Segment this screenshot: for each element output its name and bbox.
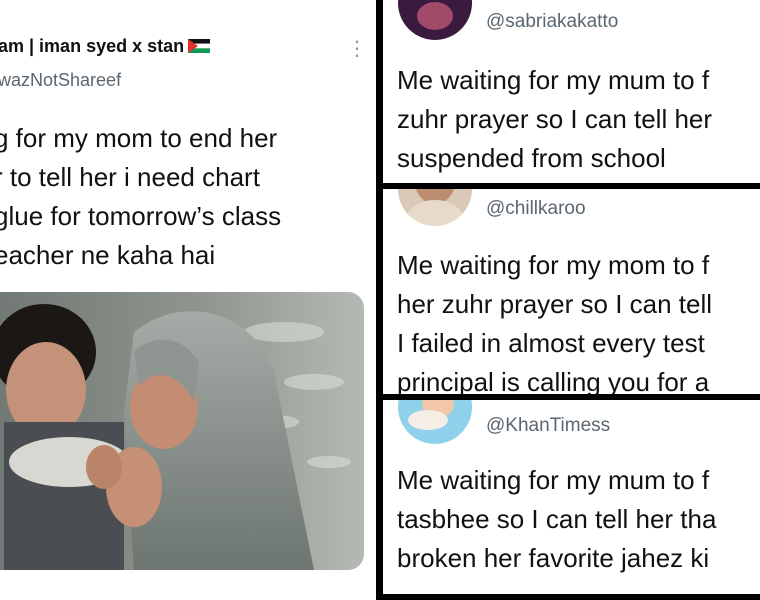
avatar[interactable] [398, 0, 472, 40]
movie-still-image [0, 292, 364, 570]
display-name[interactable]: am | iman syed x stan [0, 36, 211, 57]
display-name-text[interactable]: am | iman syed x stan [0, 36, 184, 56]
avatar-image [398, 400, 472, 444]
avatar-image [398, 189, 472, 226]
tweet-line: Me waiting for my mum to f [397, 465, 710, 495]
handle[interactable]: @chillkaroo [486, 198, 586, 220]
tweet-line: g for my mom to end her [0, 123, 278, 153]
tweet-line: broken her favorite jahez ki [397, 543, 710, 573]
tweet-text: Me waiting for my mum to f tasbhee so I … [397, 461, 716, 578]
tweet-line: principal is calling you for a [397, 367, 710, 394]
avatar[interactable] [398, 400, 472, 444]
tweet-line: suspended from school [397, 143, 666, 173]
tweet-line: zuhr prayer so I can tell her [397, 104, 713, 134]
tweet-card: @KhanTimess Me waiting for my mum to f t… [383, 400, 760, 594]
tweet-line: eacher ne kaha hai [0, 240, 216, 270]
tweet-card: @chillkaroo Me waiting for my mom to f h… [383, 189, 760, 394]
tweet-card-left: am | iman syed x stan wazNotShareef ⋮ g … [0, 0, 376, 600]
tweet-text: Me waiting for my mom to f her zuhr pray… [397, 246, 712, 394]
avatar-image [398, 0, 472, 40]
tweet-line: I failed in almost every test [397, 328, 705, 358]
tweet-line: Me waiting for my mom to f [397, 250, 710, 280]
handle[interactable]: @sabriakakatto [486, 11, 618, 33]
tweet-line: tasbhee so I can tell her tha [397, 504, 717, 534]
tweet-photo[interactable] [0, 292, 364, 570]
tweet-line: r to tell her i need chart [0, 162, 260, 192]
tweet-card: @sabriakakatto Me waiting for my mum to … [383, 0, 760, 183]
palestine-flag-icon [188, 39, 211, 53]
tweet-text: Me waiting for my mum to f zuhr prayer s… [397, 61, 712, 178]
tweet-line: glue for tomorrow’s class [0, 201, 282, 231]
avatar[interactable] [398, 189, 472, 226]
handle[interactable]: @KhanTimess [486, 415, 610, 437]
handle[interactable]: wazNotShareef [0, 70, 121, 91]
tweet-line: Me waiting for my mum to f [397, 65, 710, 95]
tweet-line: her zuhr prayer so I can tell [397, 289, 713, 319]
more-vertical-icon[interactable]: ⋮ [347, 36, 367, 61]
tweet-text: g for my mom to end her r to tell her i … [0, 119, 281, 275]
